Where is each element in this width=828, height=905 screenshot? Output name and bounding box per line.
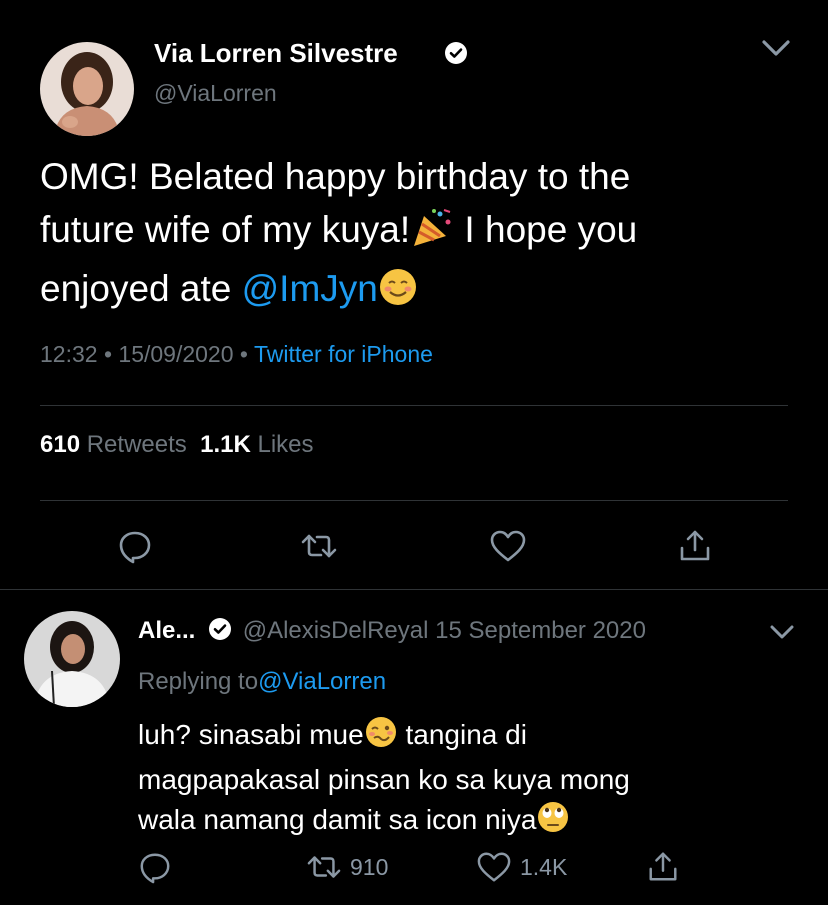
likes-stat[interactable]: 1.1K Likes — [200, 431, 313, 458]
chevron-down-icon[interactable] — [766, 620, 798, 644]
smiling-face-emoji-icon — [378, 267, 418, 321]
tweet-date: 15/09/2020 — [118, 341, 234, 367]
retweets-label: Retweets — [86, 431, 187, 458]
heart-icon[interactable] — [489, 528, 527, 564]
reply-text-line: luh? sinasabi mue — [138, 719, 364, 750]
author-avatar[interactable] — [40, 42, 134, 136]
reply-text-line: wala namang damit sa icon niya — [138, 804, 537, 835]
reply-retweet-button[interactable]: 910 — [306, 850, 388, 884]
reply-text: luh? sinasabi mue tangina di magpapakasa… — [138, 715, 778, 845]
reply-author-handle[interactable]: @AlexisDelReyal — [243, 617, 429, 644]
reply-header: Ale... @AlexisDelReyal 15 September 2020 — [138, 617, 646, 645]
verified-badge-icon — [444, 41, 468, 65]
retweet-icon — [306, 850, 342, 884]
tweet-text-line: future wife of my kuya! — [40, 209, 411, 250]
author-handle[interactable]: @ViaLorren — [154, 80, 277, 107]
meta-separator: • — [233, 341, 254, 367]
reply-author-name[interactable]: Ale... — [138, 617, 195, 644]
replying-to-handle[interactable]: @ViaLorren — [258, 668, 386, 695]
tweet-time: 12:32 — [40, 341, 98, 367]
retweets-count: 610 — [40, 431, 81, 458]
reply-author-avatar[interactable] — [24, 611, 120, 707]
divider — [40, 405, 788, 406]
woozy-face-emoji-icon — [364, 715, 398, 760]
tweet-text-line: OMG! Belated happy birthday to the — [40, 156, 631, 197]
chevron-down-icon[interactable] — [756, 34, 796, 62]
tweet-meta: 12:32 • 15/09/2020 • Twitter for iPhone — [40, 341, 433, 368]
tweet-text: OMG! Belated happy birthday to the futur… — [40, 150, 800, 321]
divider — [0, 589, 828, 590]
reply-date: 15 September 2020 — [435, 617, 646, 644]
tweet-text-line: I hope you — [454, 209, 638, 250]
reply-text-line: tangina di — [397, 719, 527, 750]
retweet-count: 910 — [350, 853, 389, 880]
share-icon[interactable] — [646, 850, 680, 884]
retweet-icon[interactable] — [300, 528, 338, 564]
meta-separator: • — [97, 341, 119, 367]
tweet-text-line: enjoyed ate — [40, 268, 242, 309]
reply-text-line: magpapakasal pinsan ko sa kuya mong — [138, 764, 630, 795]
like-count: 1.4K — [520, 853, 568, 880]
reply-like-button[interactable]: 1.4K — [476, 850, 567, 884]
retweets-stat[interactable]: 610 Retweets — [40, 431, 187, 458]
likes-count: 1.1K — [200, 431, 251, 458]
likes-label: Likes — [257, 431, 314, 458]
verified-badge-icon — [208, 617, 232, 641]
mention-link[interactable]: @ImJyn — [242, 268, 378, 309]
tweet-source[interactable]: Twitter for iPhone — [254, 341, 433, 367]
divider — [40, 500, 788, 501]
share-icon[interactable] — [677, 528, 713, 564]
replying-to: Replying to@ViaLorren — [138, 668, 386, 696]
reply-icon[interactable] — [117, 528, 153, 564]
replying-to-label: Replying to — [138, 668, 259, 695]
author-name[interactable]: Via Lorren Silvestre — [154, 38, 398, 69]
heart-icon — [476, 850, 512, 884]
party-popper-emoji-icon — [410, 208, 454, 262]
eye-roll-emoji-icon — [536, 800, 570, 845]
reply-icon[interactable] — [138, 850, 172, 884]
tweet-stats: 610 Retweets 1.1K Likes — [40, 431, 314, 459]
